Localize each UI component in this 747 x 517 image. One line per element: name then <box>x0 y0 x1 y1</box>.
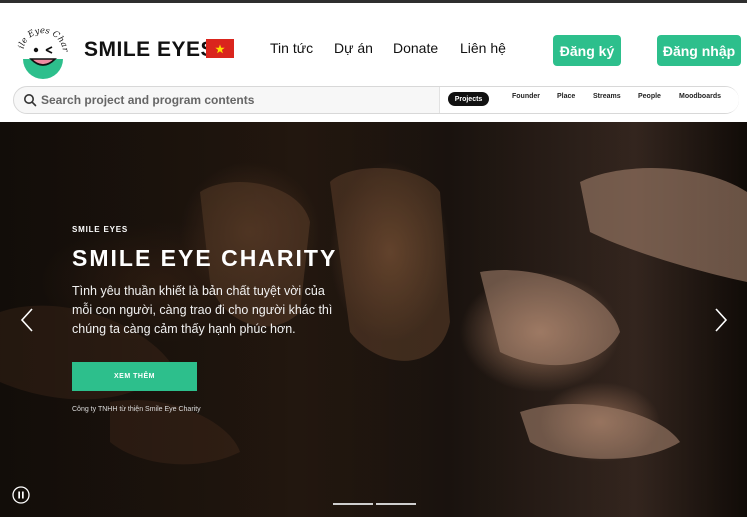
learn-more-button[interactable]: XEM THÊM <box>72 362 197 391</box>
nav-link-news[interactable]: Tin tức <box>270 40 313 56</box>
site-header: Smile Eyes Charity SMILE EYES Tin tức Dự… <box>0 3 747 121</box>
slide-indicator[interactable] <box>376 503 416 505</box>
hero-kicker: SMILE EYES <box>72 225 129 234</box>
nav-link-donate[interactable]: Donate <box>393 40 438 56</box>
nav-link-projects[interactable]: Dự án <box>334 40 373 56</box>
search-filter-group: Projects Founder Place Streams People Mo… <box>439 87 739 113</box>
register-button[interactable]: Đăng ký <box>553 35 621 66</box>
filter-chip-founder[interactable]: Founder <box>512 93 540 100</box>
hero-description: Tình yêu thuần khiết là bản chất tuyệt v… <box>72 284 333 336</box>
filter-chip-projects[interactable]: Projects <box>448 92 489 106</box>
nav-link-contact[interactable]: Liên hệ <box>460 40 506 56</box>
vietnam-flag-icon[interactable] <box>206 39 234 58</box>
search-input[interactable] <box>41 87 439 113</box>
hero-caption: Công ty TNHH từ thiện Smile Eye Charity <box>72 406 201 413</box>
search-bar: Projects Founder Place Streams People Mo… <box>13 86 739 114</box>
filter-chip-streams[interactable]: Streams <box>593 93 621 100</box>
hero-carousel: SMILE EYES SMILE EYE CHARITY Tình yêu th… <box>0 122 747 517</box>
filter-chip-people[interactable]: People <box>638 93 661 100</box>
filter-chip-place[interactable]: Place <box>557 93 575 100</box>
pause-icon[interactable] <box>12 486 30 504</box>
login-button[interactable]: Đăng nhập <box>657 35 741 66</box>
chevron-left-icon[interactable] <box>19 307 35 333</box>
chevron-right-icon[interactable] <box>713 307 729 333</box>
hero-title: SMILE EYE CHARITY <box>72 245 338 271</box>
filter-chip-moodboards[interactable]: Moodboards <box>679 93 721 100</box>
search-icon <box>24 94 37 107</box>
smile-eyes-logo[interactable]: Smile Eyes Charity <box>15 23 71 79</box>
slide-indicator[interactable] <box>333 503 373 505</box>
brand-name[interactable]: SMILE EYES <box>84 38 215 62</box>
